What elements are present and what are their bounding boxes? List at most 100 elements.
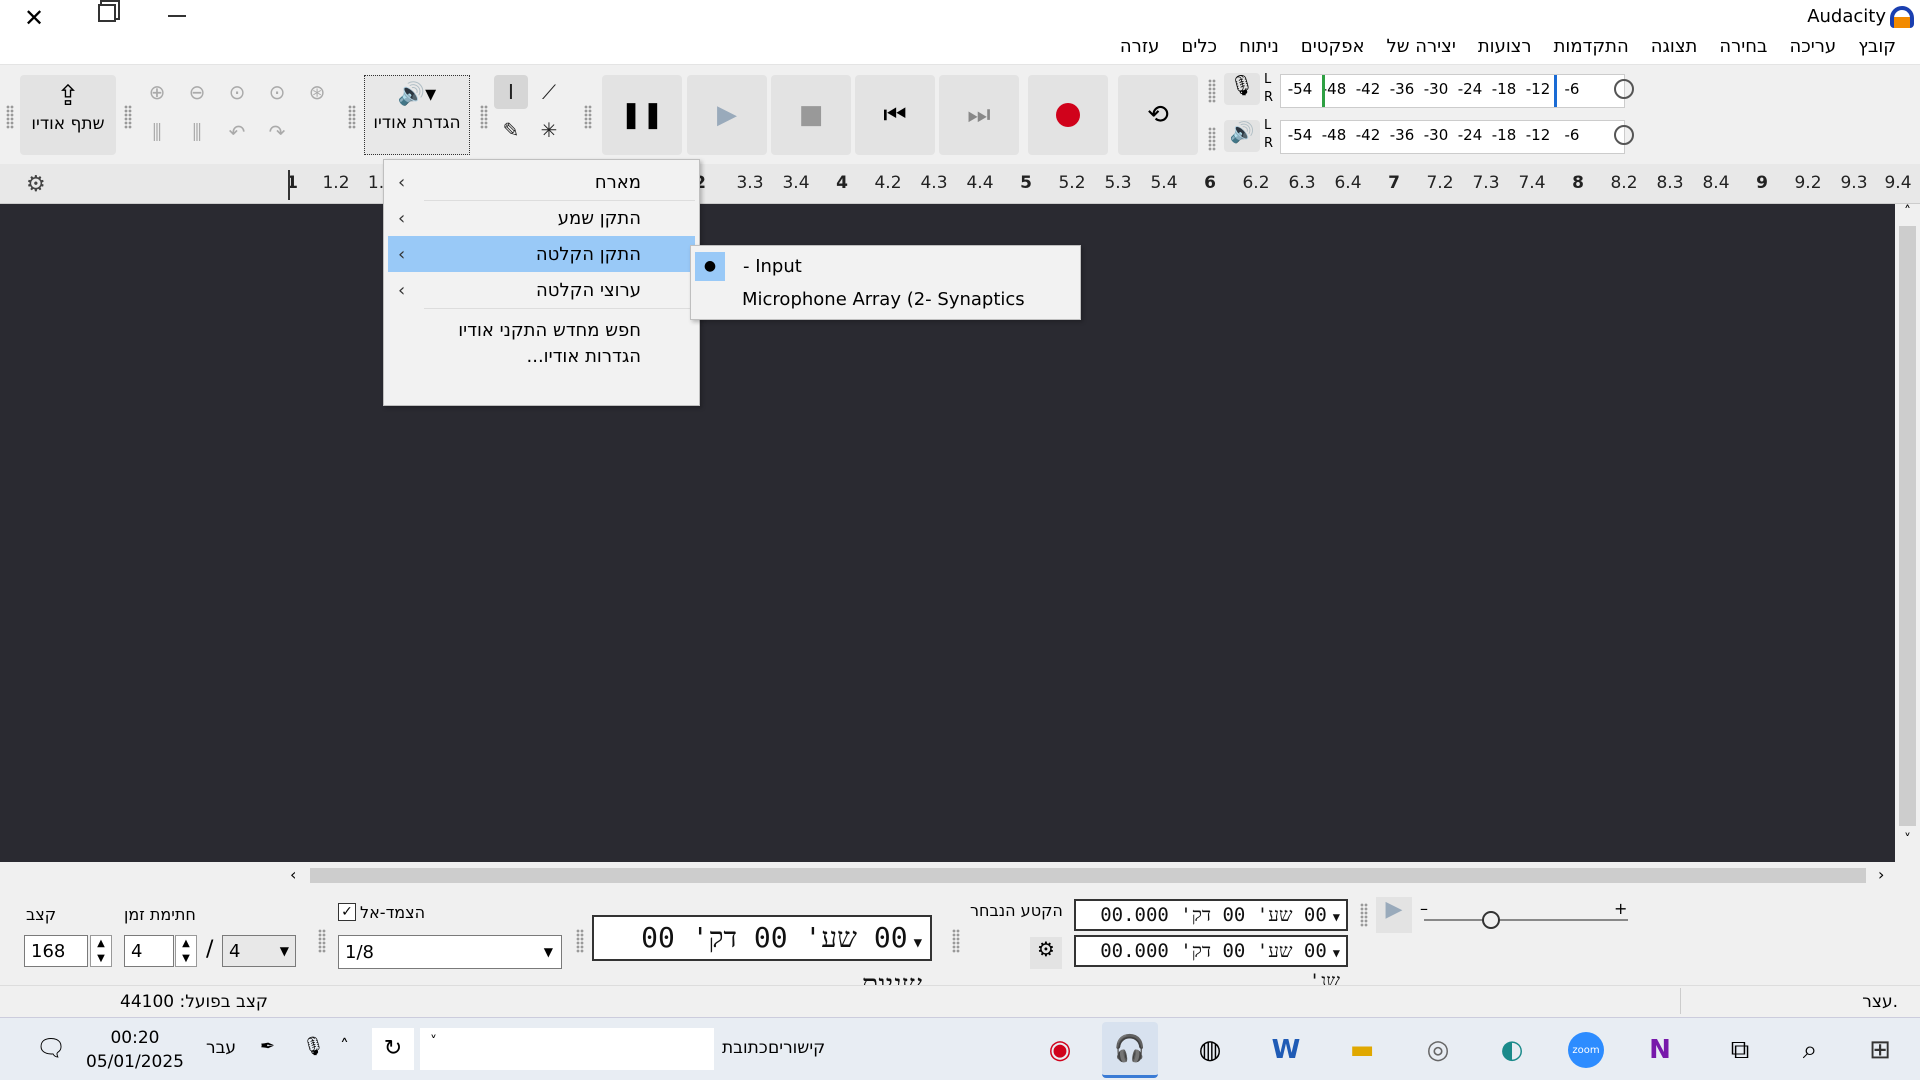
trim-icon[interactable]: ⫼ — [140, 115, 174, 149]
menu-item[interactable]: קובץ — [1858, 36, 1896, 64]
menu-item-2[interactable]: התקן הקלטה › — [388, 236, 695, 272]
time-display[interactable]: ▼00 שע' 00 דק' 00 שניות — [592, 915, 932, 1001]
zoom-toggle-icon[interactable]: ⊛ — [300, 75, 334, 109]
clock[interactable]: 00:20 05/01/2025 — [86, 1026, 184, 1074]
tempo-stepper[interactable]: ▲ ▼ — [90, 935, 112, 967]
app-icon[interactable]: ◎ — [1410, 1022, 1466, 1078]
toolbar-grip[interactable] — [6, 105, 14, 129]
chrome-icon[interactable]: ◍ — [1182, 1022, 1238, 1078]
fit-project-icon[interactable]: ⊙ — [260, 75, 294, 109]
menu-item-0[interactable]: מארח › — [388, 164, 695, 200]
menu-item[interactable]: רצועות — [1478, 36, 1532, 64]
device-option-0[interactable]: ● - Input — [691, 250, 1080, 283]
toolbar-grip[interactable] — [124, 105, 132, 129]
draw-tool-icon[interactable]: ✎ — [494, 113, 528, 147]
skip-start-button[interactable]: ⏮ — [855, 75, 935, 155]
chevron-up-icon[interactable]: ˄ — [340, 1036, 349, 1057]
toolbar-grip[interactable] — [576, 929, 584, 953]
snap-select[interactable]: 1/8 ▼ — [338, 935, 562, 969]
stop-button[interactable]: ■ — [771, 75, 851, 155]
pause-button[interactable]: ❚❚ — [602, 75, 682, 155]
toolbar-grip[interactable] — [1360, 903, 1368, 927]
menu-item-5[interactable]: הגדרות אודיו... — [388, 338, 695, 374]
redo-icon[interactable]: ↷ — [260, 115, 294, 149]
edge-icon[interactable]: ◐ — [1484, 1022, 1540, 1078]
selection-tool-icon[interactable]: I — [494, 75, 528, 109]
audio-setup-button[interactable]: 🔊▾ הגדרת אודיו — [364, 75, 470, 155]
horizontal-scrollbar[interactable]: ‹ › — [0, 862, 1920, 889]
selection-start-field[interactable]: ▼00 שע' 00 דק' 00.000 שנ' — [1074, 899, 1348, 956]
device-option-1[interactable]: Microphone Array (2- Synaptics — [691, 283, 1080, 316]
scroll-thumb[interactable] — [1899, 226, 1916, 826]
audacity-taskbar-icon[interactable]: 🎧 — [1102, 1022, 1158, 1078]
time-signature-denominator[interactable]: 4 ▼ — [222, 935, 296, 967]
word-icon[interactable]: W — [1258, 1022, 1314, 1078]
scroll-right-icon[interactable]: › — [1878, 865, 1884, 884]
toolbar-grip[interactable] — [348, 105, 356, 129]
zoom-in-icon[interactable]: ⊕ — [140, 75, 174, 109]
onenote-icon[interactable]: N — [1632, 1022, 1688, 1078]
menu-item[interactable]: כלים — [1181, 36, 1217, 64]
snap-checkbox[interactable]: ✓ — [338, 903, 356, 921]
selection-end-field[interactable]: ▼00 שע' 00 דק' 00.000 שנ' — [1074, 935, 1348, 992]
menu-item[interactable]: עריכה — [1789, 36, 1836, 64]
menu-item[interactable]: אפקטים — [1301, 36, 1365, 64]
language-indicator[interactable]: עבר — [206, 1038, 236, 1058]
settings-gear-icon[interactable]: ⚙ — [1030, 937, 1062, 969]
menu-item[interactable]: עזרה — [1120, 36, 1159, 64]
minimize-icon[interactable] — [168, 15, 186, 17]
gear-icon[interactable]: ⚙ — [26, 172, 46, 197]
undo-icon[interactable]: ↶ — [220, 115, 254, 149]
menu-item[interactable]: יצירה של — [1386, 36, 1455, 64]
speed-slider[interactable] — [1424, 919, 1628, 921]
microphone-tray-icon[interactable]: 🎙 — [302, 1036, 325, 1057]
playback-meter[interactable]: L R -54 -48 -42 -36 -30 -24 -18 -12 -6 — [1264, 117, 1634, 157]
meter-options-icon[interactable] — [1614, 79, 1634, 99]
time-signature-numerator[interactable]: 4 — [124, 935, 174, 967]
fit-selection-icon[interactable]: ⊙ — [220, 75, 254, 109]
scroll-thumb[interactable] — [310, 868, 1866, 883]
restore-icon[interactable] — [98, 4, 116, 22]
meter-options-icon[interactable] — [1614, 125, 1634, 145]
menu-item[interactable]: התקדמות — [1554, 36, 1629, 64]
zoom-icon[interactable]: zoom — [1558, 1022, 1614, 1078]
pen-icon[interactable]: ✒ — [260, 1036, 275, 1057]
search-icon[interactable]: ⌕ — [1782, 1022, 1838, 1078]
scroll-up-icon[interactable]: ˄ — [1895, 204, 1920, 220]
record-meter[interactable]: L R -54 -48 -42 -36 -30 -24 -18 -12 -6 — [1264, 71, 1634, 111]
play-button[interactable]: ▶ — [687, 75, 767, 155]
menu-item[interactable]: בחירה — [1719, 36, 1767, 64]
notification-icon[interactable]: 🗨 — [36, 1034, 66, 1062]
envelope-tool-icon[interactable]: ⟋ — [532, 75, 566, 109]
loop-button[interactable]: ⟲ — [1118, 75, 1198, 155]
toolbar-grip[interactable] — [1208, 79, 1216, 103]
refresh-icon[interactable]: ↻ — [372, 1028, 414, 1070]
microphone-icon[interactable]: 🎙 — [1224, 73, 1260, 105]
speed-slider-thumb[interactable] — [1482, 911, 1500, 929]
screen-recorder-app-icon[interactable]: ◉ — [1032, 1022, 1088, 1078]
zoom-out-icon[interactable]: ⊖ — [180, 75, 214, 109]
toolbar-grip[interactable] — [952, 929, 960, 953]
speaker-icon[interactable]: 🔊 — [1224, 120, 1260, 152]
tempo-field[interactable]: 168 — [24, 935, 88, 967]
toolbar-grip[interactable] — [584, 105, 592, 129]
menu-item[interactable]: תצוגה — [1651, 36, 1698, 64]
play-at-speed-icon[interactable]: ▶ — [1376, 897, 1412, 933]
silence-icon[interactable]: ⫼ — [180, 115, 214, 149]
numerator-stepper[interactable]: ▲ ▼ — [175, 935, 197, 967]
share-audio-button[interactable]: ⇪ שתף אודיו — [20, 75, 116, 155]
toolbar-grip[interactable] — [318, 929, 326, 953]
record-button[interactable] — [1028, 75, 1108, 155]
task-view-icon[interactable]: ⧉ — [1712, 1022, 1768, 1078]
close-icon[interactable]: ✕ — [24, 4, 44, 32]
skip-end-button[interactable]: ⏭ — [939, 75, 1019, 155]
menu-item[interactable]: ניתוח — [1239, 36, 1279, 64]
file-explorer-icon[interactable]: ▬ — [1334, 1022, 1390, 1078]
toolbar-grip[interactable] — [480, 105, 488, 129]
scroll-left-icon[interactable]: ‹ — [290, 865, 296, 884]
windows-start-icon[interactable]: ⊞ — [1852, 1022, 1908, 1078]
timeline-ruler[interactable]: ⚙ 1 1.2 1. 2 3.3 3.4 4 4.2 4.3 4.4 5 5.2 5.3 5.4 6 6.2 6… — [0, 164, 1920, 204]
vertical-scrollbar[interactable]: ˄ ˅ — [1895, 204, 1920, 862]
toolbar-grip[interactable] — [1208, 127, 1216, 151]
scroll-down-icon[interactable]: ˅ — [1895, 832, 1920, 848]
